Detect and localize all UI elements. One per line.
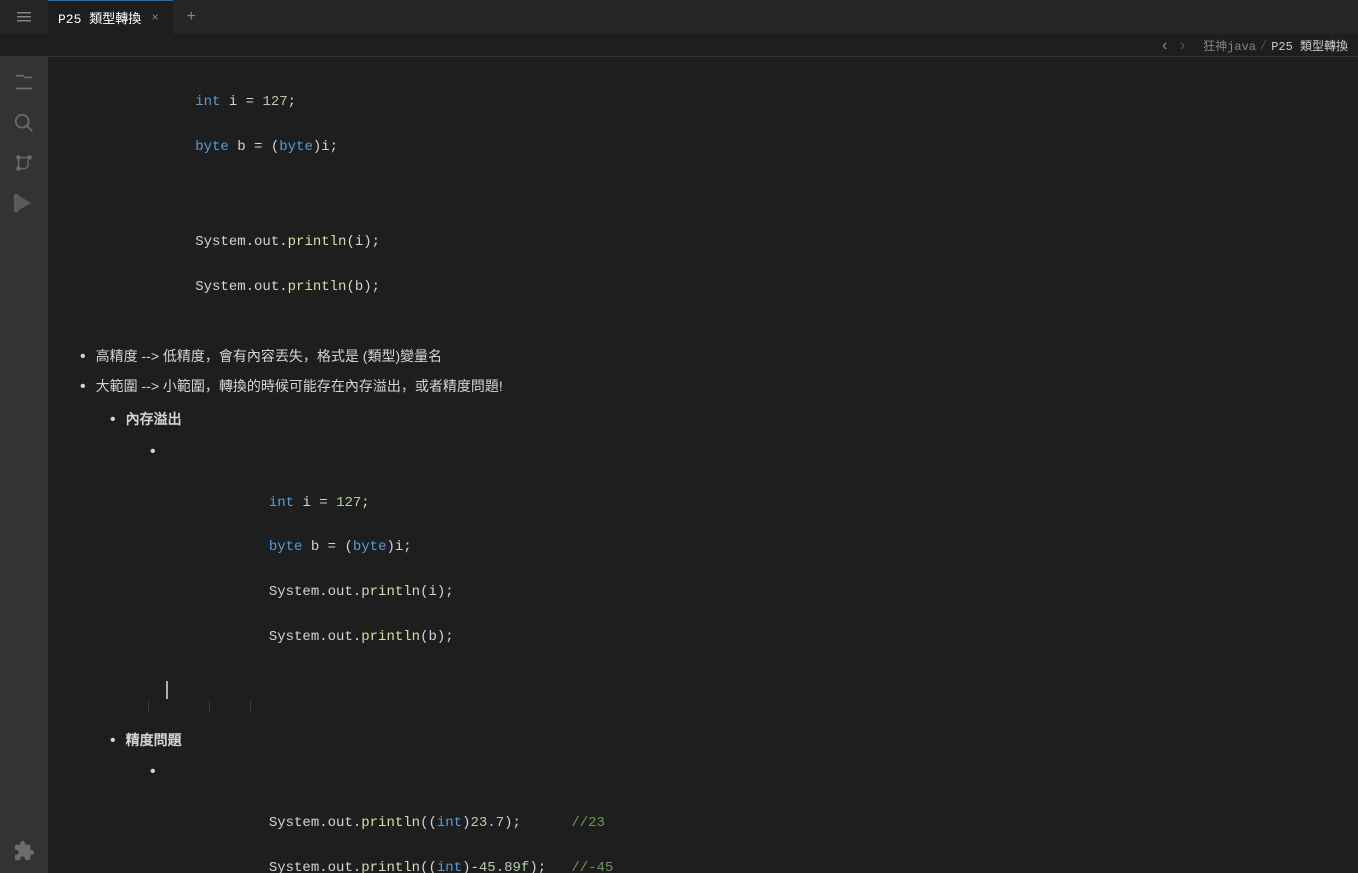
- bullet-1-text: 高精度 --> 低精度，會有內容丟失，格式是 (類型)變量名: [96, 345, 443, 367]
- note-content[interactable]: int i = 127; byte b = (byte)i; System.ou…: [48, 57, 1358, 873]
- memory-overflow-label: 內存溢出: [126, 408, 182, 430]
- debug-icon[interactable]: [6, 185, 42, 221]
- memory-code-block: int i = 127; byte b = (byte)i; System.ou…: [148, 469, 1338, 671]
- new-tab-button[interactable]: +: [177, 3, 205, 31]
- memory-overflow-heading: • 內存溢出: [108, 408, 1338, 434]
- bullet-1: • 高精度 --> 低精度，會有內容丟失，格式是 (類型)變量名: [68, 345, 1338, 371]
- content-area: int i = 127; byte b = (byte)i; System.ou…: [48, 57, 1358, 873]
- precision-heading: • 精度問題: [108, 729, 1338, 755]
- top-code-println: System.out.println(i); System.out.printl…: [68, 209, 1338, 321]
- source-control-icon[interactable]: [6, 145, 42, 181]
- precision-label: 精度問題: [126, 729, 182, 751]
- explorer-icon[interactable]: [6, 65, 42, 101]
- nav-back-button[interactable]: ‹: [1160, 37, 1170, 55]
- tab-label: P25 類型轉換: [58, 8, 141, 27]
- bullet-2-text: 大範圍 --> 小範圍，轉換的時候可能存在內存溢出，或者精度問題!: [96, 375, 503, 397]
- breadcrumb-part2: P25 類型轉換: [1271, 37, 1348, 54]
- top-code-block: int i = 127; byte b = (byte)i;: [68, 69, 1338, 181]
- breadcrumb-separator: /: [1260, 39, 1267, 53]
- sidebar-toggle-button[interactable]: [0, 0, 48, 35]
- main-layout: int i = 127; byte b = (byte)i; System.ou…: [0, 57, 1358, 873]
- breadcrumb-bar: ‹ › 狂神java / P25 類型轉換: [0, 35, 1358, 57]
- active-tab[interactable]: P25 類型轉換 ×: [48, 0, 173, 35]
- nav-forward-button[interactable]: ›: [1178, 37, 1188, 55]
- precision-code-block: System.out.println((int)23.7); //23 Syst…: [148, 790, 1338, 873]
- sidebar-icons: [0, 57, 48, 873]
- search-icon[interactable]: [6, 105, 42, 141]
- breadcrumb-part1: 狂神java: [1203, 37, 1256, 54]
- bullet-2: • 大範圍 --> 小範圍，轉換的時候可能存在內存溢出，或者精度問題!: [68, 375, 1338, 401]
- tab-bar: P25 類型轉換 × +: [0, 0, 1358, 35]
- extensions-icon[interactable]: [6, 833, 42, 869]
- tab-close-button[interactable]: ×: [147, 10, 163, 26]
